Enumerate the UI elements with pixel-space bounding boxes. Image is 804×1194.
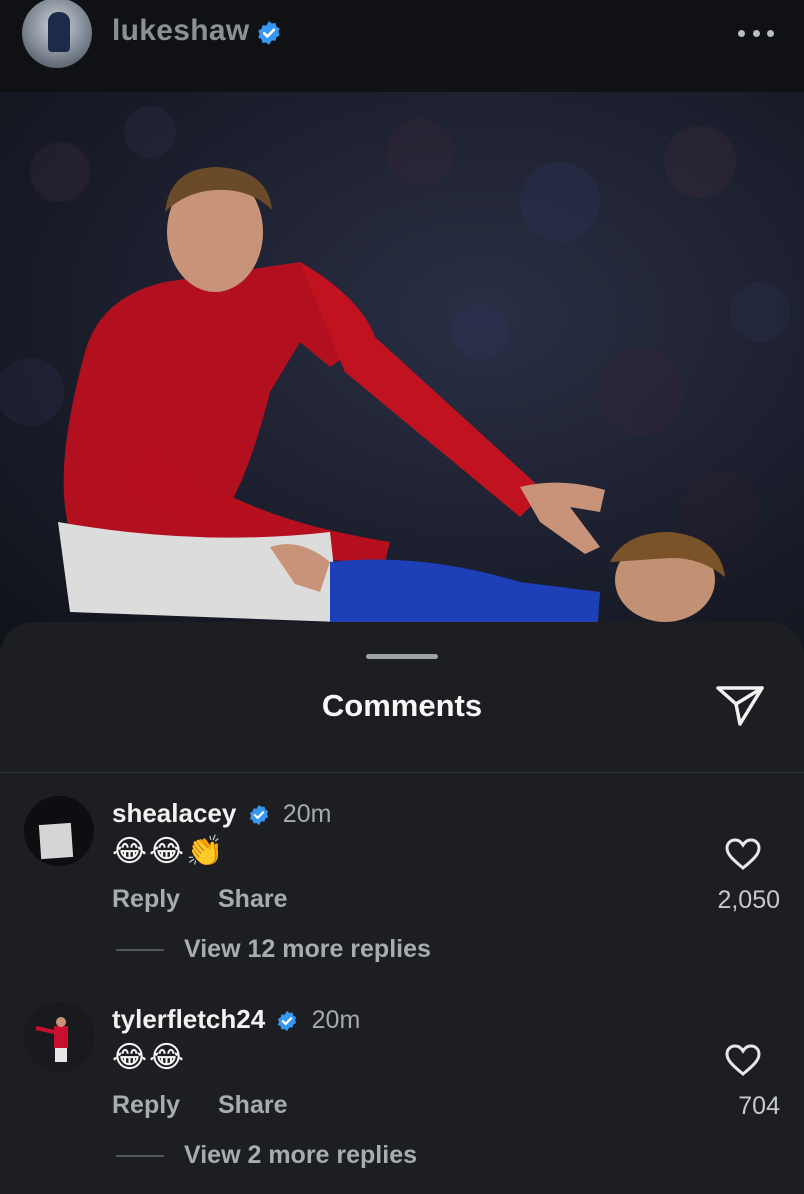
verified-badge-icon <box>249 805 268 826</box>
heart-icon[interactable] <box>724 1043 762 1077</box>
replies-line <box>116 949 164 951</box>
comment-username[interactable]: tylerfletch24 20m <box>112 1004 360 1035</box>
view-replies-button[interactable]: View 12 more replies <box>184 935 431 964</box>
share-button[interactable]: Share <box>218 885 287 914</box>
comment-username[interactable]: shealacey 20m <box>112 798 331 829</box>
football-photo <box>0 106 790 622</box>
drag-handle[interactable] <box>366 654 438 659</box>
share-button[interactable]: Share <box>218 1091 287 1120</box>
post-photo <box>0 92 804 652</box>
comment-time: 20m <box>282 800 332 828</box>
send-icon[interactable] <box>714 682 766 728</box>
comment-text: 😂😂👏 <box>112 835 226 868</box>
like-count: 704 <box>738 1092 780 1120</box>
comment-item: tylerfletch24 20m 😂😂 Reply Share 704 Vie… <box>0 998 804 1194</box>
view-replies-button[interactable]: View 2 more replies <box>184 1141 417 1170</box>
comment-username-text: shealacey <box>112 798 237 828</box>
comment-text: 😂😂 <box>112 1041 187 1074</box>
more-options-icon[interactable] <box>738 30 774 38</box>
verified-badge-icon <box>258 21 280 45</box>
avatar[interactable] <box>24 796 94 866</box>
comment-time: 20m <box>311 1006 361 1034</box>
comments-sheet: Comments shealacey 20m 😂😂👏 Reply Share 2… <box>0 622 804 1194</box>
profile-avatar[interactable] <box>22 0 92 68</box>
reply-button[interactable]: Reply <box>112 885 180 914</box>
sheet-title: Comments <box>321 688 483 723</box>
verified-badge-icon <box>278 1011 297 1032</box>
reply-button[interactable]: Reply <box>112 1091 180 1120</box>
post-header: lukeshaw <box>0 0 804 92</box>
heart-icon[interactable] <box>724 837 762 871</box>
replies-line <box>116 1155 164 1157</box>
post-username[interactable]: lukeshaw <box>112 14 249 48</box>
comment-username-text: tylerfletch24 <box>112 1004 266 1034</box>
comment-item: shealacey 20m 😂😂👏 Reply Share 2,050 View… <box>0 792 804 992</box>
avatar[interactable] <box>24 1002 94 1072</box>
divider <box>0 772 804 773</box>
like-count: 2,050 <box>717 886 780 914</box>
